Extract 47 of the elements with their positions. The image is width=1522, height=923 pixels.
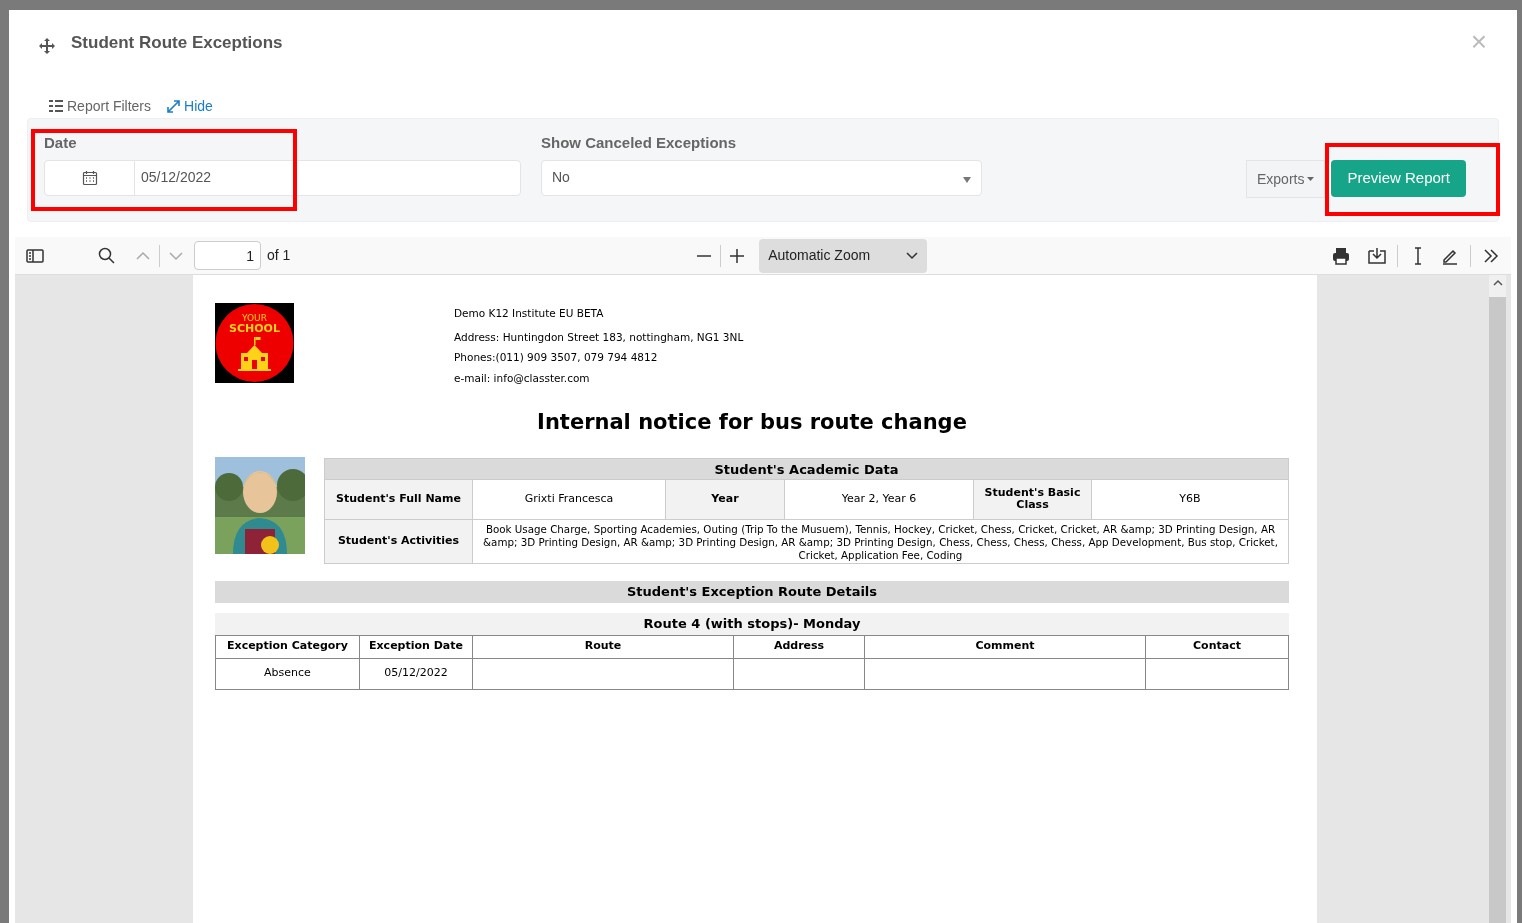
caret-icon [1307,177,1315,181]
scrollbar[interactable] [1489,275,1506,923]
page-count: of 1 [267,246,291,265]
download-icon[interactable] [1367,245,1387,266]
canceled-label: Show Canceled Exceptions [541,133,738,153]
canceled-select[interactable]: No [541,159,982,196]
table-cell: 05/12/2022 [360,658,473,690]
table-header-cell: Student's Basic Class [974,479,1092,520]
hide-link[interactable]: Hide [167,95,213,117]
school-info-line: Address: Huntingdon Street 183, nottingham, NG1 3NL [454,331,744,342]
move-icon[interactable] [39,37,55,54]
school-info-line: Demo K12 Institute EU BETA [454,308,605,319]
table-header-cell: Year [666,479,785,520]
table-header-cell: Address [734,635,865,659]
table-header-cell: Student's Full Name [325,479,473,520]
section-title: Student's Exception Route Details [215,580,1289,603]
table-cell: Absence [216,658,360,690]
school-info-line: e-mail: info@classter.com [454,372,591,383]
page-number-field[interactable]: 1 [194,241,261,270]
expand-icon [167,99,181,113]
chevron-down-icon [906,251,919,260]
search-icon[interactable] [97,245,117,266]
table-cell: Y6B [1092,479,1289,520]
route-title: Route 4 (with stops)- Monday [215,612,1289,635]
school-info-line: Phones:(011) 909 3507, 079 794 4812 [454,352,659,363]
caret-icon [963,176,971,183]
list-icon [49,100,63,112]
print-icon[interactable] [1331,245,1351,266]
table-header-cell: Student's Activities [325,519,473,564]
report-filters-text: Report Filters [67,96,152,116]
table-cell: Book Usage Charge, Sporting Academies, Outing (Trip To the Musuem), Tennis, Hockey, Cricket, Chess, Cricket, Cricket, AR &amp; 3D Printing Design, AR &amp; 3D Printing Design, AR &amp; 3D Printing Design, AR &amp; 3D Printing Design, Chess, Chess, Chess, Chess, App Development, Bus stop, Cricket, Cricket, Application Fee, Coding [473,519,1289,564]
report-title: Internal notice for bus route change [536,409,968,436]
chevron-up-icon[interactable] [1492,279,1503,287]
zoom-select[interactable]: Automatic Zoom [759,238,928,273]
dialog-title: Student Route Exceptions [71,32,283,54]
table-header-cell: Exception Date [360,635,473,659]
table-header-cell: Comment [865,635,1146,659]
date-field[interactable]: 05/12/2022 [44,159,521,196]
table-header-cell: Route [473,635,734,659]
table-header-cell: Exception Category [216,635,360,659]
table-header-cell: Contact [1146,635,1289,659]
date-value: 05/12/2022 [140,168,213,187]
exports-button[interactable]: Exports [1246,160,1326,198]
school-logo: YOUR SCHOOL [215,303,294,383]
section-title: Student's Academic Data [324,457,1289,480]
calendar-icon[interactable] [81,169,98,186]
date-label: Date [44,133,78,153]
